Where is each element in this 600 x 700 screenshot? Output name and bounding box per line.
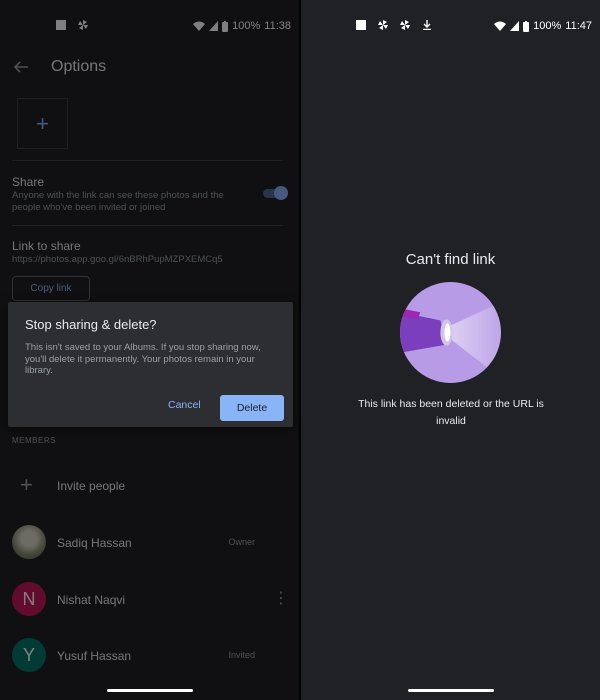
gallery-notification-icon	[356, 20, 366, 30]
battery-percent: 100%	[533, 20, 562, 32]
pinwheel-notification-icon	[400, 20, 410, 30]
flashlight-illustration	[400, 282, 501, 383]
error-message: This link has been deleted or the URL is…	[358, 398, 544, 427]
status-bar: 100% 11:47	[301, 0, 600, 52]
cancel-button[interactable]: Cancel	[168, 399, 201, 411]
error-title: Can't find link	[405, 251, 496, 268]
stop-sharing-dialog: Stop sharing & delete? This isn't saved …	[8, 302, 293, 427]
clock: 11:47	[565, 20, 592, 32]
gesture-nav-bar[interactable]	[407, 689, 494, 692]
download-icon	[423, 20, 431, 30]
dialog-title: Stop sharing & delete?	[25, 317, 157, 332]
link-not-found-screen: 100% 11:47 Can't find link This link has…	[301, 0, 600, 700]
gesture-nav-bar[interactable]	[106, 689, 193, 692]
signal-icon	[510, 21, 520, 31]
pinwheel-notification-icon	[378, 20, 388, 30]
dialog-body: This isn't saved to your Albums. If you …	[25, 342, 261, 376]
delete-button[interactable]: Delete	[220, 395, 284, 421]
options-screen: 100% 11:38 Options + Share Anyone with t…	[0, 0, 299, 700]
battery-icon	[523, 20, 530, 32]
wifi-icon	[494, 21, 507, 31]
